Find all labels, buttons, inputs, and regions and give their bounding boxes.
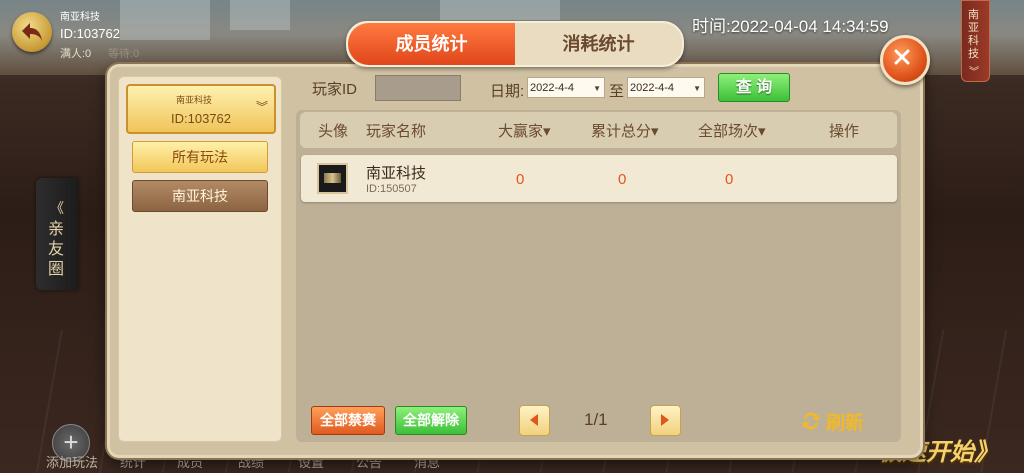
club-selector[interactable]: 南亚科技 ID:103762 ︾ bbox=[126, 84, 276, 134]
background-building bbox=[230, 0, 290, 30]
clock-time: 时间:2022-04-04 14:34:59 bbox=[692, 17, 889, 36]
dropdown-arrow-icon: ▼ bbox=[693, 84, 701, 93]
row-big-winner: 0 bbox=[516, 171, 525, 188]
next-page-button[interactable] bbox=[650, 405, 681, 436]
club-switch-label: 南亚科技 bbox=[968, 9, 979, 60]
refresh-button[interactable]: 刷新 bbox=[800, 405, 870, 435]
friends-circle-label: 亲友圈 bbox=[48, 221, 65, 278]
unban-all-button[interactable]: 全部解除 bbox=[395, 406, 467, 435]
player-id-label: 玩家ID bbox=[312, 81, 358, 98]
column-avatar: 头像 bbox=[318, 123, 349, 140]
date-from-value: 2022-4-4 bbox=[530, 82, 575, 94]
player-id-input[interactable] bbox=[375, 75, 461, 101]
avatar bbox=[317, 163, 348, 194]
column-player-name: 玩家名称 bbox=[366, 123, 427, 140]
close-icon bbox=[894, 49, 910, 65]
tab-member-stats[interactable]: 成员统计 bbox=[348, 23, 515, 65]
back-arrow-icon bbox=[22, 23, 42, 41]
row-total-score: 0 bbox=[618, 171, 627, 188]
date-to-label: 至 bbox=[609, 83, 625, 100]
date-label: 日期: bbox=[490, 83, 525, 100]
background-building bbox=[440, 0, 560, 20]
chevron-left-icon: 《 bbox=[50, 200, 64, 216]
close-button[interactable] bbox=[880, 35, 930, 85]
friends-circle-tab[interactable]: 《 亲友圈 bbox=[36, 178, 78, 290]
stats-tab-bar: 成员统计 消耗统计 bbox=[346, 21, 684, 67]
dropdown-arrow-icon: ▼ bbox=[593, 84, 601, 93]
column-total-score[interactable]: 累计总分▾ bbox=[591, 120, 659, 141]
prev-page-button[interactable] bbox=[519, 405, 550, 436]
refresh-icon bbox=[803, 412, 819, 430]
ban-all-button[interactable]: 全部禁赛 bbox=[311, 406, 385, 435]
column-big-winner[interactable]: 大赢家▾ bbox=[498, 120, 551, 141]
date-to-value: 2022-4-4 bbox=[630, 82, 675, 94]
filter-club[interactable]: 南亚科技 bbox=[132, 180, 268, 212]
waiting-count: 等待:0 bbox=[108, 48, 140, 60]
row-player-name: 南亚科技 bbox=[366, 165, 427, 182]
club-id: ID:103762 bbox=[60, 26, 120, 41]
triangle-left-icon bbox=[530, 414, 538, 426]
row-total-games: 0 bbox=[725, 171, 734, 188]
back-button[interactable] bbox=[12, 12, 52, 52]
club-name: 南亚科技 bbox=[60, 12, 100, 23]
column-actions: 操作 bbox=[829, 123, 860, 140]
filter-all-modes[interactable]: 所有玩法 bbox=[132, 141, 268, 173]
full-count: 满人:0 bbox=[60, 48, 92, 60]
chevron-down-icon: ︾ bbox=[255, 100, 268, 114]
date-from-select[interactable]: 2022-4-4 ▼ bbox=[527, 77, 605, 98]
refresh-label: 刷新 bbox=[826, 413, 865, 434]
date-to-select[interactable]: 2022-4-4 ▼ bbox=[627, 77, 705, 98]
row-player-id: ID:150507 bbox=[366, 183, 417, 195]
chevron-down-icon: ︾ bbox=[969, 67, 979, 78]
background-building bbox=[120, 0, 210, 40]
bottom-item-add-mode[interactable]: 添加玩法 bbox=[46, 452, 98, 471]
tab-consumption-stats[interactable]: 消耗统计 bbox=[515, 23, 682, 65]
club-selector-id: ID:103762 bbox=[171, 111, 231, 126]
club-switch-tab[interactable]: 南亚科技 ︾ bbox=[961, 0, 990, 82]
club-selector-name: 南亚科技 bbox=[175, 95, 212, 105]
page-indicator: 1/1 bbox=[584, 410, 608, 429]
column-total-games[interactable]: 全部场次▾ bbox=[698, 120, 766, 141]
query-button[interactable]: 查 询 bbox=[718, 73, 790, 102]
triangle-right-icon bbox=[661, 414, 669, 426]
